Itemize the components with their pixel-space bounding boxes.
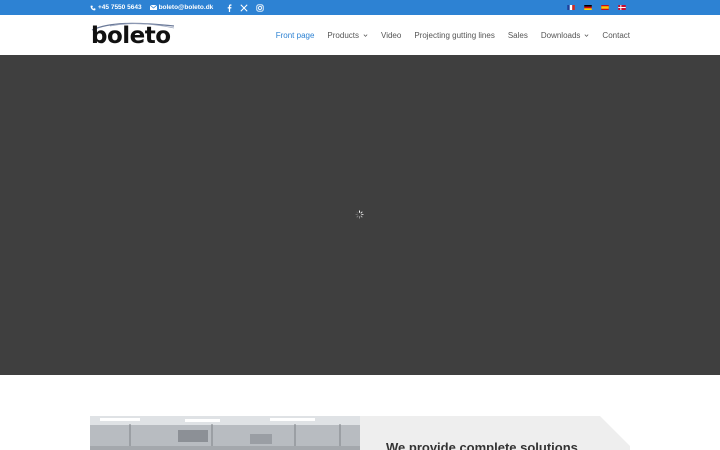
top-bar: +45 7550 5643 boleto@boleto.dk [0, 0, 720, 15]
nav-sales[interactable]: Sales [508, 31, 528, 40]
email-link[interactable]: boleto@boleto.dk [149, 4, 214, 11]
nav-video[interactable]: Video [381, 31, 401, 40]
main-nav: Front page Products Video Projecting gut… [276, 15, 630, 55]
nav-products[interactable]: Products [327, 31, 368, 40]
factory-photo [90, 416, 360, 450]
nav-label: Products [327, 30, 359, 40]
social-links [227, 3, 264, 12]
chevron-down-icon [584, 33, 589, 37]
phone-icon [90, 5, 96, 10]
nav-label: Contact [602, 30, 630, 40]
contact-info: +45 7550 5643 boleto@boleto.dk [90, 3, 264, 12]
nav-label: Downloads [540, 30, 581, 40]
instagram-icon[interactable] [256, 3, 264, 12]
german-flag-icon[interactable] [584, 5, 592, 10]
nav-front-page[interactable]: Front page [276, 31, 315, 40]
nav-projecting-gutting-lines[interactable]: Projecting gutting lines [414, 31, 495, 40]
nav-contact[interactable]: Contact [602, 31, 630, 40]
phone-number: +45 7550 5643 [98, 4, 142, 11]
facebook-icon[interactable] [227, 3, 232, 12]
hero-slider [0, 55, 720, 375]
site-header: boleto Front page Products Video Project… [0, 15, 720, 55]
phone-link[interactable]: +45 7550 5643 [90, 4, 142, 11]
intro-section: We provide complete solutions [0, 375, 720, 450]
spinner-icon [355, 210, 364, 219]
factory-ceiling-image [90, 416, 360, 450]
x-icon[interactable] [240, 3, 248, 12]
nav-label: Projecting gutting lines [414, 30, 495, 40]
panel-corner-shape [600, 416, 630, 446]
nav-label: Front page [275, 30, 315, 40]
email-address: boleto@boleto.dk [158, 4, 214, 11]
intro-panel: We provide complete solutions [360, 416, 630, 450]
logo-text: boleto [91, 23, 171, 49]
envelope-icon [149, 5, 157, 10]
danish-flag-icon[interactable] [618, 5, 626, 10]
nav-downloads[interactable]: Downloads [541, 31, 590, 40]
language-switcher [567, 5, 626, 10]
spanish-flag-icon[interactable] [601, 5, 609, 10]
section-headline: We provide complete solutions [386, 440, 578, 450]
nav-label: Sales [507, 30, 528, 40]
nav-label: Video [381, 30, 402, 40]
french-flag-icon[interactable] [567, 5, 575, 10]
site-logo[interactable]: boleto [90, 20, 176, 50]
chevron-down-icon [363, 33, 368, 37]
